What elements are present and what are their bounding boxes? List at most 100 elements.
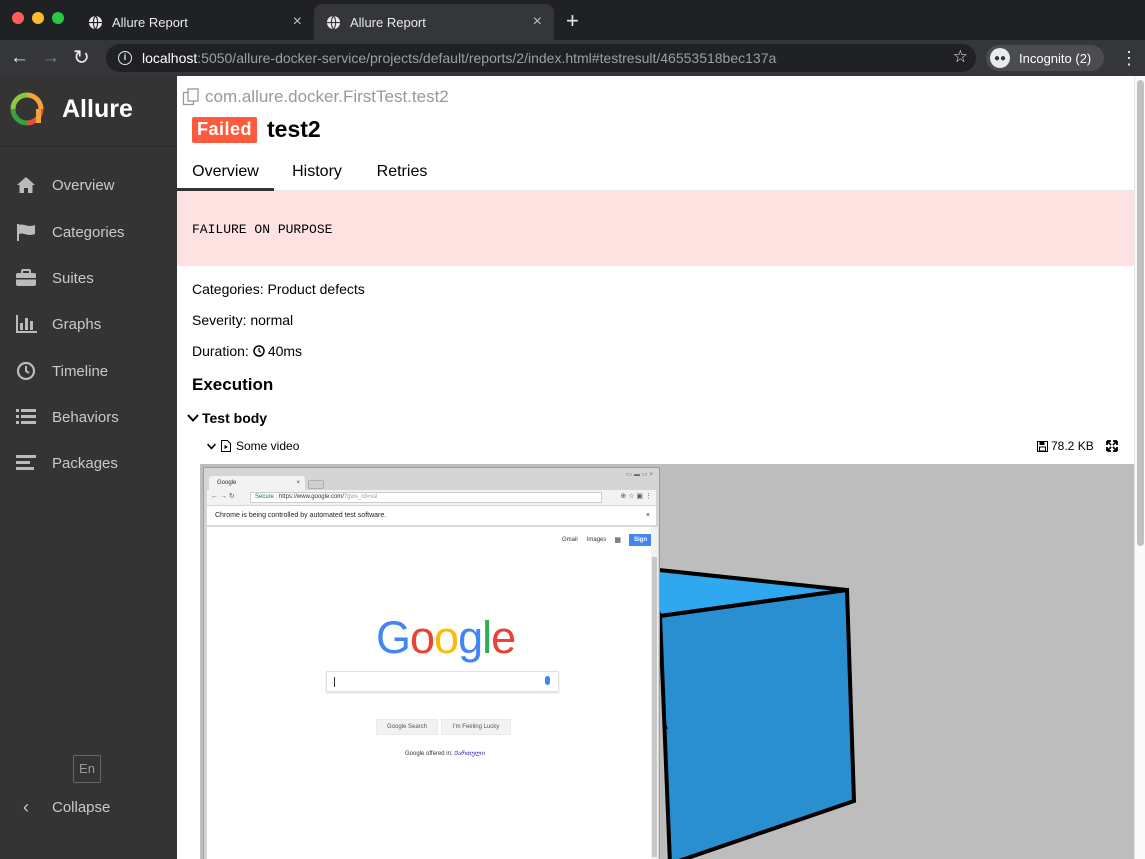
test-result-pane: com.allure.docker.FirstTest.test2 Failed… xyxy=(177,76,1145,859)
tab-title: Allure Report xyxy=(350,14,426,30)
severity-label: Severity: xyxy=(192,312,247,328)
back-arrow-icon[interactable]: ← xyxy=(10,46,29,70)
severity-value: normal xyxy=(250,312,294,328)
categories-label: Categories: xyxy=(192,281,264,297)
profile-label: Incognito (2) xyxy=(1019,50,1092,66)
globe-icon xyxy=(326,15,341,29)
attachment-size: 78.2 KB xyxy=(1037,439,1094,453)
recorded-lucky-button: I'm Feeling Lucky xyxy=(441,719,511,735)
fullscreen-icon[interactable] xyxy=(1106,440,1118,452)
window-close-button[interactable] xyxy=(12,12,24,24)
browser-tab-bar: Allure Report × Allure Report × + xyxy=(0,0,1145,40)
close-icon: × xyxy=(296,480,300,486)
recorded-sign-in-button: Sign xyxy=(629,534,652,546)
tab-retries[interactable]: Retries xyxy=(367,156,437,191)
recorded-images-link: Images xyxy=(586,537,607,543)
brand-name: Allure xyxy=(62,94,133,123)
list-icon xyxy=(15,406,37,428)
duration-row: Duration: 40ms xyxy=(192,343,302,359)
recorded-toolbar-icons: ⊕ ☆ ▣ ⋮ xyxy=(620,493,652,500)
clock-icon xyxy=(15,360,37,382)
browser-tab-active[interactable]: Allure Report × xyxy=(314,4,554,40)
browser-menu-icon[interactable]: ⋮ xyxy=(1120,44,1138,72)
recorded-secure-label: Secure xyxy=(255,494,275,500)
window-zoom-button[interactable] xyxy=(52,12,64,24)
site-info-icon[interactable]: i xyxy=(118,51,132,65)
sidebar-item-label: Categories xyxy=(52,223,125,241)
file-video-icon xyxy=(221,440,231,452)
recorded-google-search-button: Google Search xyxy=(376,719,438,735)
floppy-disk-icon xyxy=(1037,440,1048,452)
address-bar[interactable]: i localhost:5050/allure-docker-service/p… xyxy=(106,44,976,72)
new-tab-button[interactable]: + xyxy=(566,8,579,34)
attachment-size-text: 78.2 KB xyxy=(1051,439,1094,453)
sidebar-item-overview[interactable]: Overview xyxy=(0,165,177,205)
sidebar-item-graphs[interactable]: Graphs xyxy=(0,304,177,344)
failure-message-block: FAILURE ON PURPOSE xyxy=(177,191,1134,266)
recorded-google-topbar: Gmail Images ▦ Sign xyxy=(562,534,652,546)
recorded-browser-window: Google × ▭▬▭× ← → ↻ Secure | https://www… xyxy=(203,467,660,859)
chevron-down-icon xyxy=(206,443,217,450)
recorded-google-page: Gmail Images ▦ Sign Google Google Search… xyxy=(207,527,656,859)
recorded-window-buttons: ▭▬▭× xyxy=(626,472,655,478)
attachment-name: Some video xyxy=(236,439,300,453)
collapse-label: Collapse xyxy=(52,798,111,816)
text-caret xyxy=(334,677,335,687)
recorded-gmail-link: Gmail xyxy=(562,537,578,543)
language-button[interactable]: En xyxy=(73,755,101,783)
sidebar-item-suites[interactable]: Suites xyxy=(0,258,177,298)
main-scrollbar[interactable] xyxy=(1134,76,1145,859)
categories-value[interactable]: Product defects xyxy=(267,281,364,297)
test-title-row: Failed test2 xyxy=(192,116,321,143)
duration-label: Duration: xyxy=(192,343,249,359)
chevron-down-icon xyxy=(187,414,199,422)
window-minimize-button[interactable] xyxy=(32,12,44,24)
test-body-toggle[interactable]: Test body xyxy=(186,410,267,426)
test-body-label: Test body xyxy=(202,410,268,426)
tab-close-button[interactable]: × xyxy=(293,13,302,31)
microphone-icon xyxy=(545,676,550,685)
forward-arrow-icon[interactable]: → xyxy=(41,46,60,70)
duration-value: 40ms xyxy=(267,343,303,359)
sidebar-item-label: Timeline xyxy=(52,362,109,380)
sidebar-item-behaviors[interactable]: Behaviors xyxy=(0,397,177,437)
browser-tab[interactable]: Allure Report × xyxy=(76,4,314,40)
tab-title: Allure Report xyxy=(112,14,188,30)
tab-overview[interactable]: Overview xyxy=(177,156,274,191)
sidebar-item-packages[interactable]: Packages xyxy=(0,443,177,483)
close-icon: × xyxy=(645,512,650,519)
test-full-name-text: com.allure.docker.FirstTest.test2 xyxy=(205,87,449,106)
scrollbar-thumb[interactable] xyxy=(1137,80,1144,546)
google-logo: Google xyxy=(376,612,516,663)
tab-history[interactable]: History xyxy=(282,156,352,191)
sidebar-divider xyxy=(0,146,177,147)
chevron-left-icon: ‹ xyxy=(23,796,29,817)
recorded-search-box xyxy=(326,671,559,692)
url-host: localhost xyxy=(142,50,198,66)
bookmark-star-icon[interactable]: ☆ xyxy=(953,47,968,67)
apps-grid-icon: ▦ xyxy=(614,537,621,544)
sidebar-item-categories[interactable]: Categories xyxy=(0,212,177,252)
video-player[interactable]: Google × ▭▬▭× ← → ↻ Secure | https://www… xyxy=(200,464,1134,859)
status-badge: Failed xyxy=(192,116,258,143)
sidebar-item-timeline[interactable]: Timeline xyxy=(0,351,177,391)
recorded-nav-icons: ← → ↻ xyxy=(211,493,235,500)
tab-close-button[interactable]: × xyxy=(533,13,542,31)
reload-icon[interactable]: ↻ xyxy=(73,46,90,70)
failure-message: FAILURE ON PURPOSE xyxy=(192,222,333,237)
brand[interactable]: Allure xyxy=(10,92,133,126)
align-left-icon xyxy=(15,452,37,474)
profile-button[interactable]: ●● Incognito (2) xyxy=(986,45,1104,71)
browser-toolbar: ← → ↻ i localhost:5050/allure-docker-ser… xyxy=(0,40,1145,76)
copy-icon[interactable] xyxy=(182,88,200,106)
recorded-address-bar: ← → ↻ Secure | https://www.google.com/?g… xyxy=(207,490,656,505)
recorded-url: Secure | https://www.google.com/?gws_rd=… xyxy=(250,492,602,503)
incognito-icon: ●● xyxy=(990,48,1010,68)
collapse-button[interactable]: ‹ Collapse xyxy=(0,791,177,823)
url-path: :5050/allure-docker-service/projects/def… xyxy=(197,50,777,66)
sidebar-item-label: Packages xyxy=(52,454,118,472)
briefcase-icon xyxy=(15,267,37,289)
categories-row: Categories: Product defects xyxy=(192,281,365,297)
result-tabs: Overview History Retries xyxy=(177,156,1134,191)
attachment-toggle[interactable]: Some video xyxy=(206,439,299,453)
